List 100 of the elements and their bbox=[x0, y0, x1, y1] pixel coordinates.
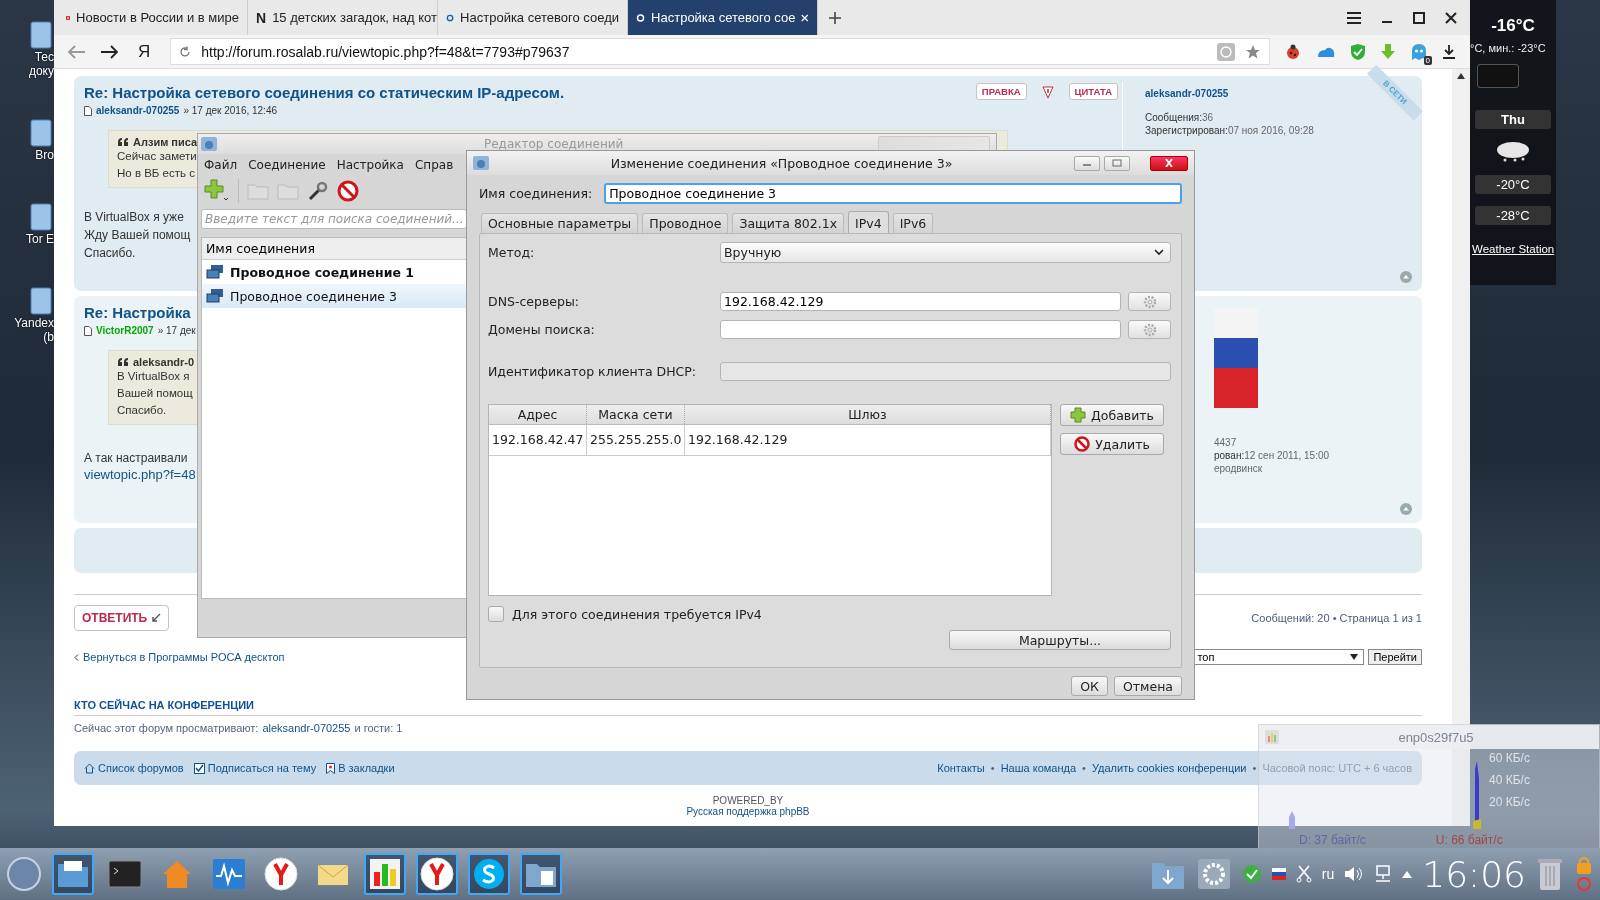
flag-icon[interactable] bbox=[1271, 868, 1286, 880]
settings-tab[interactable]: Основные параметры bbox=[481, 213, 639, 233]
desktop-file-icon[interactable] bbox=[28, 202, 54, 232]
menu-item[interactable]: Соединение bbox=[248, 158, 326, 172]
footer-link[interactable]: Список форумов bbox=[84, 762, 184, 774]
yandex-app-icon[interactable] bbox=[416, 853, 458, 895]
scissors-icon[interactable] bbox=[1295, 865, 1312, 883]
desktop-file-icon[interactable] bbox=[28, 20, 54, 50]
desktop-icon-label[interactable]: доку bbox=[28, 64, 54, 78]
maximize-icon[interactable] bbox=[1412, 10, 1426, 25]
field-label: Домены поиска: bbox=[488, 322, 596, 337]
desktop-icon-label[interactable]: Tor E bbox=[26, 232, 54, 246]
column-header[interactable]: Адрес bbox=[489, 405, 587, 424]
trash-icon[interactable] bbox=[1536, 856, 1564, 892]
start-orb-icon[interactable] bbox=[6, 856, 42, 892]
menu-item[interactable]: Файл bbox=[204, 158, 238, 172]
back-to-top-icon[interactable] bbox=[1400, 271, 1412, 283]
desktop-file-icon[interactable] bbox=[28, 286, 54, 316]
method-dropdown[interactable]: Вручную bbox=[720, 242, 1171, 263]
address-bar[interactable]: http://forum.rosalab.ru/viewtopic.php?f=48&t=7793#p79637 bbox=[170, 38, 1270, 65]
network-icon[interactable] bbox=[1374, 865, 1393, 883]
yandex-logo[interactable]: Я bbox=[138, 41, 151, 62]
maximize-button[interactable] bbox=[1104, 155, 1130, 171]
reply-button[interactable]: ОТВЕТИТЬ bbox=[74, 605, 170, 631]
close-icon[interactable] bbox=[1444, 10, 1458, 25]
footer-link[interactable]: Наша команда bbox=[1000, 762, 1077, 774]
reload-icon[interactable] bbox=[179, 45, 192, 58]
warning-icon[interactable] bbox=[1040, 84, 1055, 99]
tab-title: 15 детских загадок, над кот bbox=[272, 10, 437, 25]
menu-item[interactable]: Справ bbox=[414, 158, 454, 172]
scroll-up-icon[interactable] bbox=[1457, 73, 1465, 79]
forward-arrow-icon[interactable] bbox=[100, 44, 118, 59]
new-tab-icon[interactable] bbox=[828, 10, 842, 25]
desktop-icon-label[interactable]: Тес bbox=[34, 50, 54, 64]
settings-tab[interactable]: IPv4 bbox=[848, 211, 889, 233]
post-title[interactable]: Re: Настройка bbox=[84, 304, 191, 321]
go-button[interactable]: Перейти bbox=[1368, 649, 1422, 665]
back-arrow-icon[interactable] bbox=[68, 44, 86, 59]
ladybug-icon[interactable] bbox=[1284, 42, 1302, 61]
post-link[interactable]: viewtopic.php?f=48 bbox=[84, 467, 196, 482]
upload-rate: U: 66 байт/с bbox=[1435, 833, 1503, 849]
settings-tab[interactable]: Защита 802.1x bbox=[732, 213, 845, 233]
back-to-top-icon[interactable] bbox=[1400, 503, 1412, 515]
wrench-icon[interactable] bbox=[307, 180, 329, 202]
settings-tab[interactable]: IPv6 bbox=[892, 213, 934, 233]
files-app-icon[interactable] bbox=[52, 853, 94, 895]
cancel-button[interactable]: Отмена bbox=[1113, 676, 1182, 696]
online-user-link[interactable]: aleksandr-070255 bbox=[262, 722, 351, 734]
column-header[interactable]: Имя соединения bbox=[202, 238, 467, 260]
chart-app-icon[interactable] bbox=[364, 853, 406, 895]
download-icon[interactable] bbox=[1442, 43, 1456, 60]
keyboard-layout[interactable]: ru bbox=[1321, 866, 1335, 882]
dns-servers-field[interactable]: 192.168.42.129 bbox=[720, 292, 1121, 311]
post-action-button[interactable]: ПРАВКА bbox=[975, 83, 1027, 100]
menu-icon[interactable] bbox=[1346, 10, 1362, 25]
star-icon[interactable] bbox=[1245, 43, 1261, 60]
add-button[interactable]: Добавить bbox=[1060, 404, 1164, 426]
post-title[interactable]: Re: Настройка сетевого соединения со статическим IP-адресом. bbox=[84, 84, 565, 101]
footer-link[interactable]: Контакты bbox=[937, 762, 985, 774]
post-author[interactable]: aleksandr-070255 bbox=[96, 105, 180, 116]
ghost-icon[interactable] bbox=[1410, 42, 1428, 61]
footer-link[interactable]: В закладки bbox=[326, 762, 395, 774]
column-header[interactable]: Маска сети bbox=[587, 405, 685, 424]
menu-item[interactable]: Настройка bbox=[336, 158, 404, 172]
connection-row[interactable]: Проводное соединение 3 bbox=[202, 284, 467, 308]
post-action-button[interactable]: ЦИТАТА bbox=[1068, 83, 1118, 100]
connection-row[interactable]: Проводное соединение 1 bbox=[202, 260, 467, 284]
desktop-icon-label[interactable]: Yandex bbox=[14, 316, 54, 330]
footer-link[interactable]: Подписаться на тему bbox=[193, 762, 317, 774]
require-ipv4-checkbox[interactable]: Для этого соединения требуется IPv4 bbox=[488, 606, 1171, 622]
guest-count: и гости: 1 bbox=[354, 722, 403, 734]
remove-button[interactable]: Удалить bbox=[1060, 433, 1164, 455]
browser-tab[interactable]: Настройка сетевого сое bbox=[628, 0, 818, 35]
desktop-icon-label[interactable]: (b bbox=[43, 330, 54, 344]
chevron-down-icon bbox=[1154, 249, 1164, 256]
back-link[interactable]: Вернуться в Программы РОСА десктоп bbox=[74, 651, 285, 663]
profile-username[interactable]: aleksandr-070255 bbox=[1145, 88, 1229, 99]
phpbb-link[interactable]: Русская поддержка phpBB bbox=[686, 806, 810, 817]
desktop-icon-label[interactable]: Bro bbox=[35, 148, 54, 162]
minimize-button[interactable] bbox=[1074, 155, 1100, 171]
caret-up-icon[interactable] bbox=[1402, 870, 1413, 878]
lock-power-icon[interactable] bbox=[1574, 856, 1594, 892]
search-field[interactable]: Введите текст для поиска соединений... bbox=[201, 209, 467, 229]
column-header[interactable]: Шлюз bbox=[685, 405, 1051, 424]
weather-station-link[interactable]: Weather Station bbox=[1472, 243, 1555, 255]
settings-tab[interactable]: Проводное bbox=[642, 213, 729, 233]
volume-icon[interactable] bbox=[1344, 866, 1365, 882]
check-icon[interactable] bbox=[1241, 864, 1262, 884]
shield-icon[interactable] bbox=[1350, 42, 1366, 61]
stop-icon[interactable] bbox=[337, 180, 359, 202]
close-button[interactable] bbox=[1150, 155, 1188, 171]
netfolder-app-icon[interactable] bbox=[520, 853, 562, 895]
search-domains-field[interactable] bbox=[720, 320, 1121, 339]
settings-icon[interactable] bbox=[1195, 857, 1232, 891]
routes-button[interactable]: Маршруты... bbox=[949, 630, 1171, 650]
ok-button[interactable]: ОК bbox=[1071, 676, 1108, 696]
connection-name-field[interactable]: Проводное соединение 3 bbox=[604, 183, 1182, 204]
footer-link[interactable]: Удалить cookies конференции bbox=[1091, 762, 1247, 774]
desktop-file-icon[interactable] bbox=[28, 118, 54, 148]
skype-app-icon[interactable] bbox=[468, 853, 510, 895]
